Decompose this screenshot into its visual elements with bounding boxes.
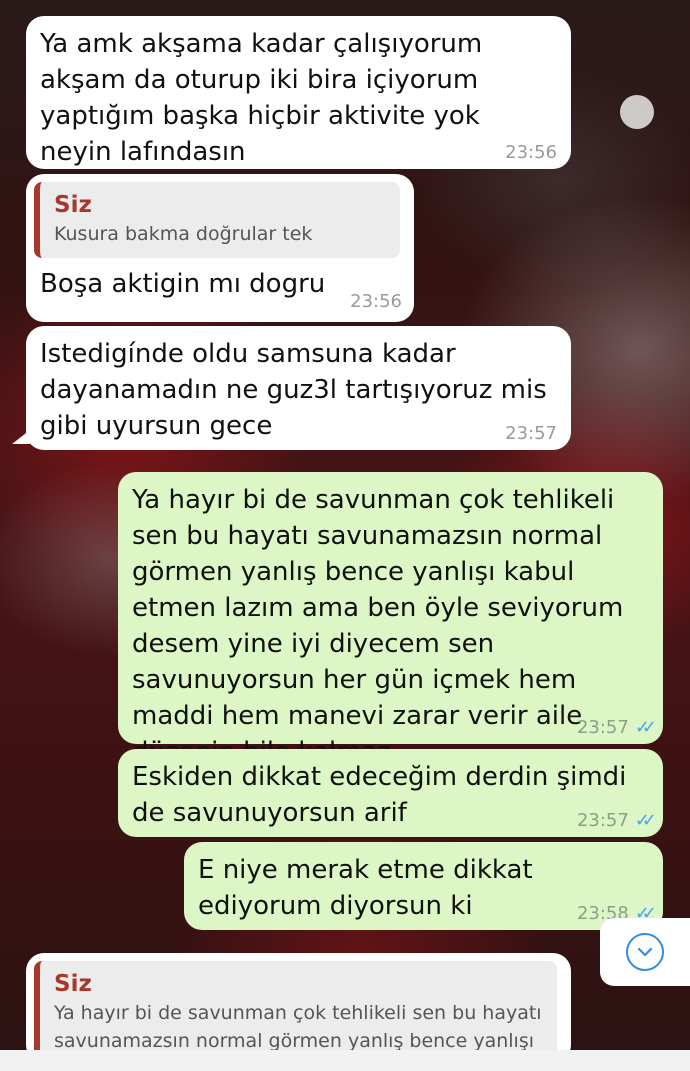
incoming-reply-message[interactable]: Siz Kusura bakma doğrular tek Boşa aktig… xyxy=(26,174,414,322)
incoming-message[interactable]: Ya amk akşama kadar çalışıyorum akşam da… xyxy=(26,16,571,169)
quote-author: Siz xyxy=(54,971,92,997)
quoted-message[interactable]: Siz Kusura bakma doğrular tek xyxy=(34,182,400,258)
double-check-icon: ✓✓ xyxy=(634,810,657,831)
double-check-icon: ✓✓ xyxy=(634,717,657,738)
message-text: Istedigínde oldu samsuna kadar dayanamad… xyxy=(40,339,547,441)
message-text: Ya amk akşama kadar çalışıyorum akşam da… xyxy=(40,29,483,167)
outgoing-message[interactable]: Eskiden dikkat edeceğim derdin şimdi de … xyxy=(118,749,663,837)
outgoing-message[interactable]: E niye merak etme dikkat ediyorum diyors… xyxy=(184,842,663,930)
message-time: 23:57 xyxy=(576,717,629,738)
wallpaper-decoration xyxy=(620,95,654,129)
message-time: 23:57 xyxy=(576,810,629,831)
message-text: Eskiden dikkat edeceğim derdin şimdi de … xyxy=(132,762,627,828)
quote-text: Ya hayır bi de savunman çok tehlikeli se… xyxy=(54,1002,542,1052)
chevron-down-circle-icon xyxy=(626,933,664,971)
incoming-reply-message[interactable]: Siz Ya hayır bi de savunman çok tehlikel… xyxy=(26,953,571,1063)
quote-text: Kusura bakma doğrular tek xyxy=(54,223,313,245)
incoming-message[interactable]: Istedigínde oldu samsuna kadar dayanamad… xyxy=(26,326,571,450)
bubble-tail xyxy=(12,430,30,444)
message-time: 23:56 xyxy=(505,142,557,163)
message-text: Boşa aktigin mı dogru xyxy=(40,269,326,299)
message-time: 23:56 xyxy=(350,291,402,312)
outgoing-message[interactable]: Ya hayır bi de savunman çok tehlikeli se… xyxy=(118,472,663,767)
scroll-to-bottom-button[interactable] xyxy=(600,918,690,986)
input-bar[interactable] xyxy=(0,1050,690,1071)
message-text: Ya hayır bi de savunman çok tehlikeli se… xyxy=(132,485,624,767)
quote-author: Siz xyxy=(54,192,92,218)
message-time: 23:57 xyxy=(505,423,557,444)
quoted-message[interactable]: Siz Ya hayır bi de savunman çok tehlikel… xyxy=(34,961,557,1063)
